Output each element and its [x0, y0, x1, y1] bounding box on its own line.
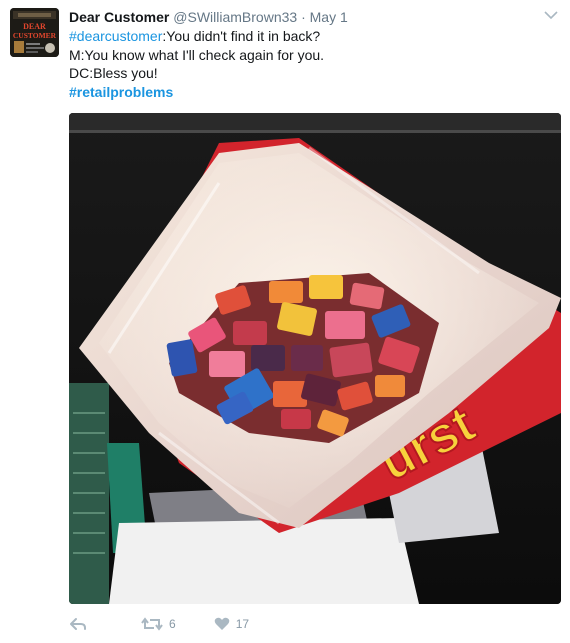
- reply-icon: [70, 618, 86, 630]
- like-count: 17: [235, 617, 250, 631]
- tweet-line-1-text: :You didn't find it in back?: [162, 28, 321, 44]
- tweet-line-4: #retailproblems: [69, 83, 324, 102]
- tweet-card[interactable]: DEAR CUSTOMER Dear Customer @SWilliamBro…: [0, 0, 570, 643]
- chevron-down-icon[interactable]: [544, 10, 558, 20]
- tweet-actions: 6 17: [69, 614, 249, 634]
- separator-dot: ·: [301, 9, 306, 25]
- reply-button[interactable]: [69, 617, 91, 631]
- retweet-button[interactable]: 6: [141, 617, 176, 631]
- display-name[interactable]: Dear Customer: [69, 9, 169, 25]
- retweet-count: 6: [169, 617, 176, 631]
- hashtag-retailproblems[interactable]: #retailproblems: [69, 84, 173, 100]
- user-handle[interactable]: @SWilliamBrown33: [173, 9, 297, 25]
- tweet-line-3: DC:Bless you!: [69, 65, 158, 81]
- tweet-photo[interactable]: urst: [69, 113, 561, 604]
- heart-icon: [214, 617, 229, 630]
- tweet-text: #dearcustomer:You didn't find it in back…: [69, 27, 324, 101]
- avatar-text-1: DEAR: [23, 22, 46, 31]
- retweet-icon: [141, 617, 163, 631]
- tweet-line-1: #dearcustomer:You didn't find it in back…: [69, 27, 324, 46]
- avatar-text-2: CUSTOMER: [13, 31, 57, 40]
- hashtag-dearcustomer[interactable]: #dearcustomer: [69, 28, 162, 44]
- avatar[interactable]: DEAR CUSTOMER: [10, 8, 59, 57]
- tweet-header: Dear Customer @SWilliamBrown33 · May 1: [69, 8, 348, 26]
- like-button[interactable]: 17: [214, 617, 249, 631]
- timestamp[interactable]: May 1: [310, 9, 348, 25]
- tweet-line-2: M:You know what I'll check again for you…: [69, 46, 325, 63]
